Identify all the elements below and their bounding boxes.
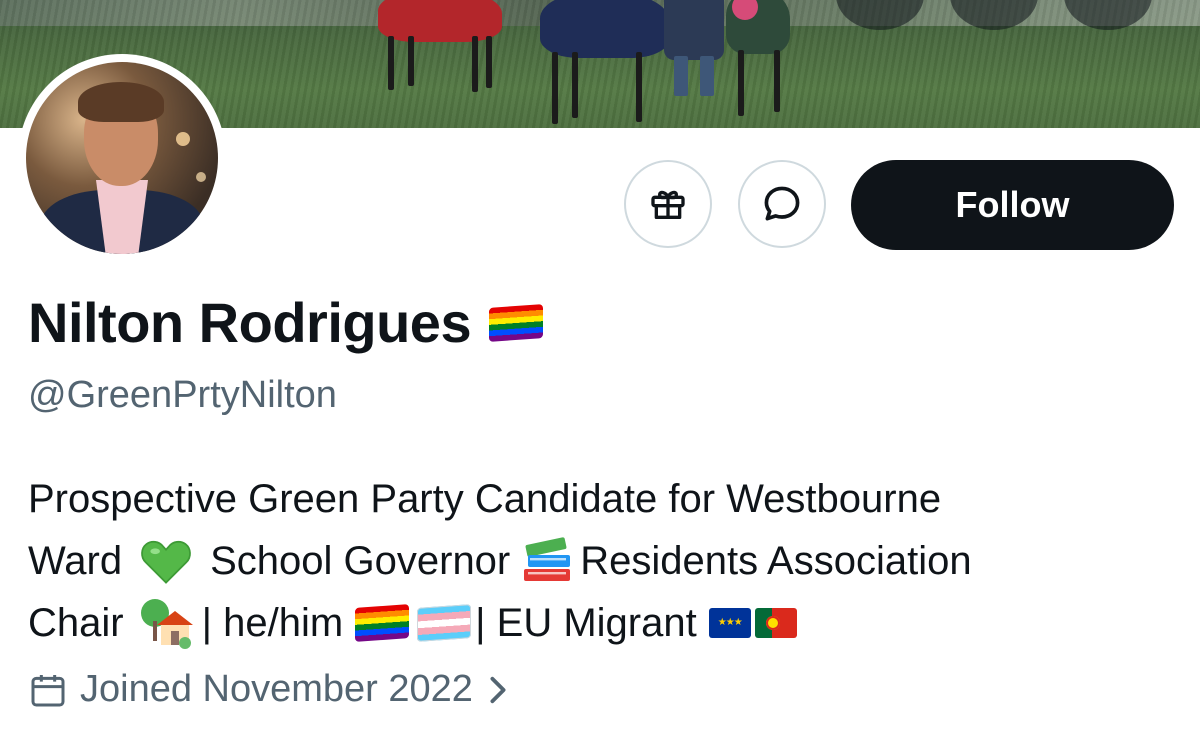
profile-handle: @GreenPrtyNilton <box>28 374 337 416</box>
bio-text: Ward <box>28 539 123 583</box>
bio-text: | he/him <box>201 601 344 645</box>
avatar-hair <box>78 82 164 122</box>
books-icon <box>524 537 571 581</box>
bio-text: | EU Migrant <box>475 601 697 645</box>
green-heart-icon <box>141 540 191 584</box>
bio-line-1: Prospective Green Party Candidate for We… <box>28 468 1178 530</box>
bio-text: School Governor <box>210 539 511 583</box>
avatar-bg-light <box>196 172 206 182</box>
bio-line-3: Chair | he/him | EU Migrant ★★★ <box>28 592 1178 654</box>
message-button[interactable] <box>738 160 826 248</box>
transgender-flag-icon <box>417 604 472 642</box>
profile-bio: Prospective Green Party Candidate for We… <box>28 468 1178 654</box>
profile-name: Nilton Rodrigues <box>28 291 472 354</box>
rainbow-flag-icon <box>489 303 544 342</box>
bio-line-2: Ward School Governor Residents Associati… <box>28 530 1178 592</box>
avatar-bg-light <box>176 132 190 146</box>
follow-button[interactable]: Follow <box>851 160 1174 250</box>
avatar-photo <box>26 62 218 254</box>
eu-flag-icon: ★★★ <box>708 608 751 638</box>
portugal-flag-icon <box>754 608 797 638</box>
gift-icon <box>651 190 685 219</box>
joined-text: Joined November 2022 <box>80 668 473 710</box>
gift-button[interactable] <box>624 160 712 248</box>
profile-name-row: Nilton Rodrigues <box>28 290 544 355</box>
message-icon <box>764 186 800 221</box>
bio-text: Chair <box>28 601 124 645</box>
bio-text: Residents Association <box>580 539 972 583</box>
joined-date[interactable]: Joined November 2022 <box>28 668 511 711</box>
calendar-icon <box>31 674 65 706</box>
chevron-right-icon <box>490 676 506 703</box>
profile-avatar[interactable] <box>18 54 226 262</box>
bio-text: Prospective Green Party Candidate for We… <box>28 477 942 521</box>
rainbow-flag-icon <box>355 604 410 642</box>
house-with-garden-icon <box>140 599 193 649</box>
